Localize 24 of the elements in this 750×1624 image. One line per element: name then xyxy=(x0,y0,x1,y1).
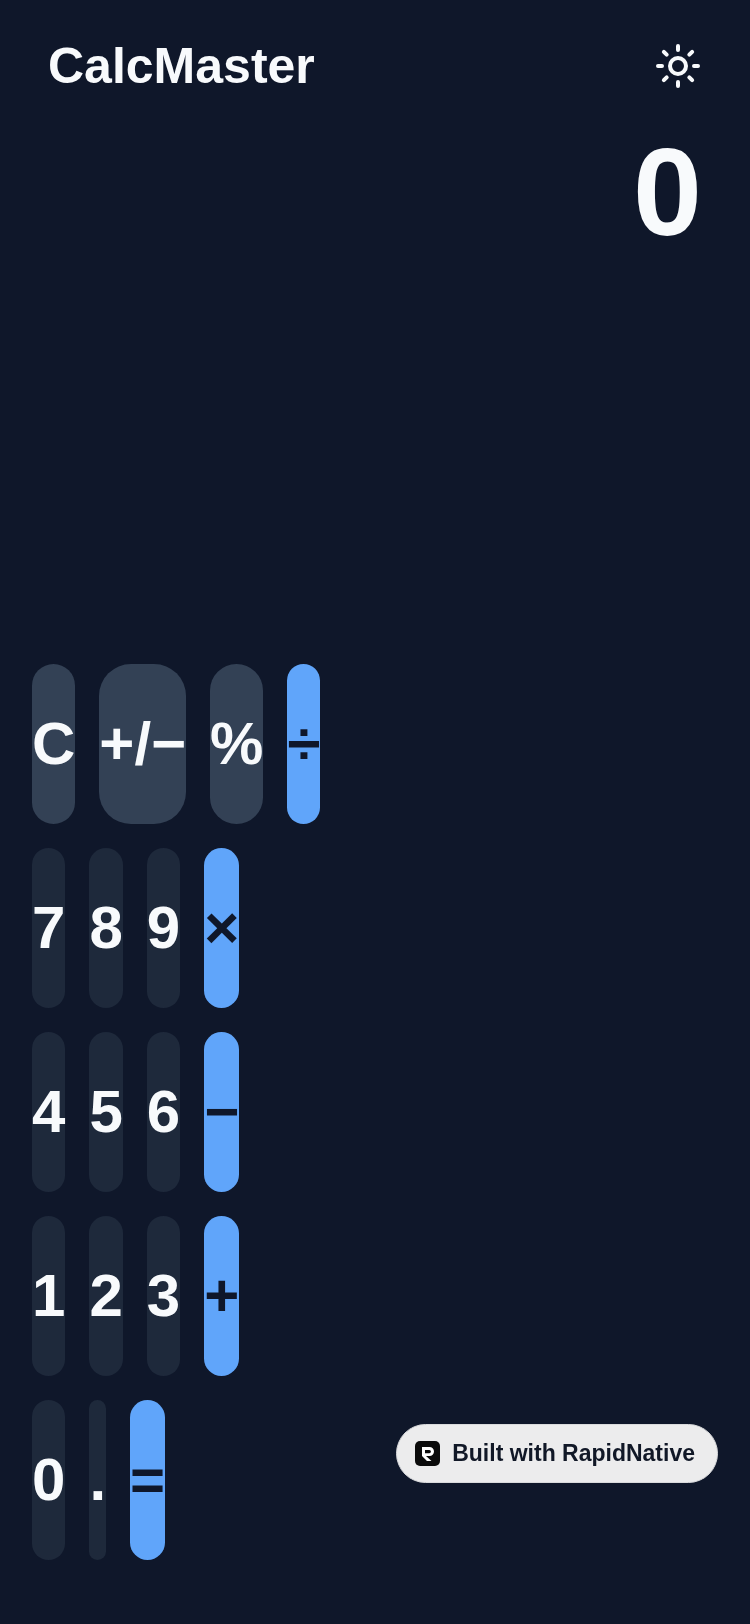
operator-key[interactable]: = xyxy=(130,1400,166,1560)
digit-key[interactable]: 1 xyxy=(32,1216,66,1376)
digit-key[interactable]: 8 xyxy=(89,848,123,1008)
operator-key[interactable]: × xyxy=(204,848,240,1008)
digit-key[interactable]: 0 xyxy=(32,1400,66,1560)
digit-key[interactable]: 2 xyxy=(89,1216,123,1376)
operator-key[interactable]: + xyxy=(204,1216,240,1376)
built-with-badge[interactable]: Built with RapidNative xyxy=(396,1424,718,1483)
display-value: 0 xyxy=(633,123,702,261)
logo-icon xyxy=(415,1441,441,1466)
digit-key[interactable]: 5 xyxy=(89,1032,123,1192)
digit-key[interactable]: 4 xyxy=(32,1032,66,1192)
digit-key[interactable]: 7 xyxy=(32,848,66,1008)
function-key[interactable]: % xyxy=(210,664,264,824)
digit-key[interactable]: . xyxy=(89,1400,107,1560)
sun-icon[interactable] xyxy=(656,44,700,88)
digit-key[interactable]: 3 xyxy=(146,1216,181,1376)
app-title: CalcMaster xyxy=(48,37,315,96)
operator-key[interactable]: ÷ xyxy=(287,664,321,824)
operator-key[interactable]: − xyxy=(204,1032,240,1192)
function-key[interactable]: +/− xyxy=(99,664,187,824)
function-key[interactable]: C xyxy=(32,664,76,824)
digit-key[interactable]: 6 xyxy=(146,1032,181,1192)
digit-key[interactable]: 9 xyxy=(146,848,181,1008)
